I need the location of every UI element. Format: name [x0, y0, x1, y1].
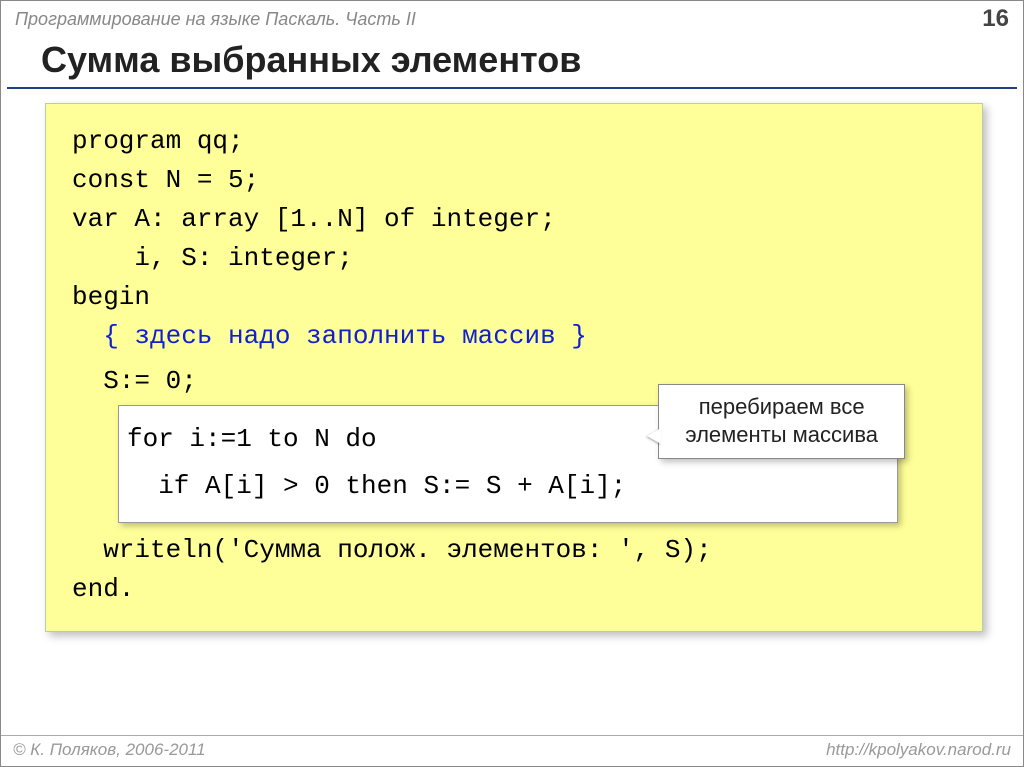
header-bar: Программирование на языке Паскаль. Часть…: [1, 1, 1023, 35]
callout-line: элементы массива: [685, 421, 878, 449]
code-line: program qq;: [72, 122, 960, 161]
callout-pointer-icon: [647, 428, 661, 444]
code-comment: { здесь надо заполнить массив }: [72, 317, 960, 356]
slide-title: Сумма выбранных элементов: [7, 35, 1017, 89]
code-line: if A[i] > 0 then S:= S + A[i];: [127, 463, 883, 510]
code-line: i, S: integer;: [72, 239, 960, 278]
code-line: writeln('Сумма полож. элементов: ', S);: [72, 531, 960, 570]
callout-box: перебираем все элементы массива: [658, 384, 905, 459]
footer-url: http://kpolyakov.narod.ru: [826, 740, 1011, 760]
code-line: const N = 5;: [72, 161, 960, 200]
code-line: begin: [72, 278, 960, 317]
footer-copyright: © К. Поляков, 2006-2011: [13, 740, 206, 760]
callout-line: перебираем все: [685, 393, 878, 421]
code-line: end.: [72, 570, 960, 609]
code-line: var A: array [1..N] of integer;: [72, 200, 960, 239]
course-title: Программирование на языке Паскаль. Часть…: [15, 9, 416, 30]
page-number: 16: [982, 5, 1009, 33]
footer-bar: © К. Поляков, 2006-2011 http://kpolyakov…: [1, 735, 1023, 766]
code-box: program qq; const N = 5; var A: array [1…: [45, 103, 983, 632]
loop-highlight-box: for i:=1 to N do if A[i] > 0 then S:= S …: [118, 405, 898, 523]
